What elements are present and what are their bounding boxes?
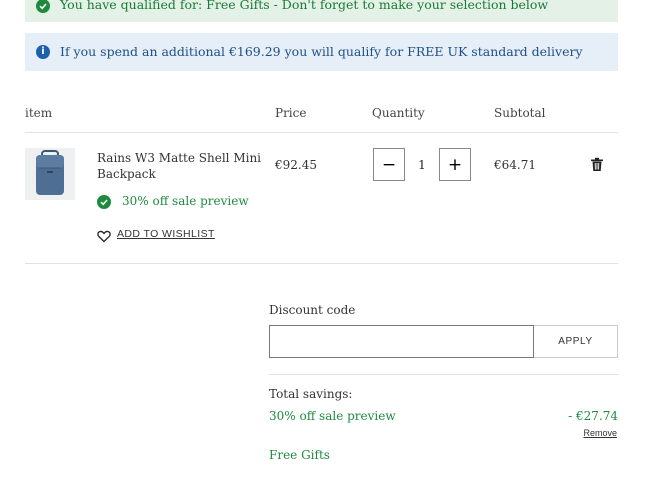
info-icon: i bbox=[36, 45, 50, 59]
savings-amount: - €27.74 bbox=[568, 409, 618, 423]
check-circle-icon bbox=[97, 195, 111, 209]
item-divider bbox=[25, 263, 618, 264]
minus-icon: − bbox=[381, 155, 397, 175]
savings-divider bbox=[269, 374, 618, 375]
delivery-threshold-banner: i If you spend an additional €169.29 you… bbox=[25, 33, 618, 71]
discount-code-label: Discount code bbox=[269, 303, 356, 317]
plus-icon: + bbox=[447, 155, 463, 175]
product-image[interactable] bbox=[25, 148, 75, 200]
remove-item-button[interactable] bbox=[590, 157, 604, 176]
column-header-quantity: Quantity bbox=[372, 106, 425, 120]
total-savings-label: Total savings: bbox=[269, 387, 353, 401]
gifts-qualified-banner: You have qualified for: Free Gifts - Don… bbox=[25, 0, 618, 22]
column-header-subtotal: Subtotal bbox=[494, 106, 546, 120]
apply-discount-button[interactable]: APPLY bbox=[534, 325, 618, 358]
item-price: €92.45 bbox=[275, 158, 317, 172]
heart-icon bbox=[97, 228, 111, 247]
add-to-wishlist-label: ADD TO WISHLIST bbox=[117, 228, 215, 240]
gifts-banner-text: You have qualified for: Free Gifts - Don… bbox=[60, 0, 549, 12]
check-circle-icon bbox=[36, 0, 50, 13]
discount-code-input[interactable] bbox=[269, 325, 534, 358]
delivery-banner-text: If you spend an additional €169.29 you w… bbox=[60, 44, 583, 59]
product-name[interactable]: Rains W3 Matte Shell Mini Backpack bbox=[97, 150, 267, 182]
column-header-price: Price bbox=[275, 106, 307, 120]
header-divider bbox=[25, 132, 618, 133]
decrease-quantity-button[interactable]: − bbox=[373, 148, 405, 181]
savings-promo-name: 30% off sale preview bbox=[269, 409, 396, 423]
remove-promo-link[interactable]: Remove bbox=[583, 428, 617, 438]
increase-quantity-button[interactable]: + bbox=[439, 148, 471, 181]
trash-icon bbox=[591, 157, 603, 171]
column-header-item: item bbox=[25, 106, 53, 120]
free-gifts-label: Free Gifts bbox=[269, 448, 330, 462]
quantity-value: 1 bbox=[418, 158, 426, 172]
item-promo-text: 30% off sale preview bbox=[122, 194, 249, 208]
item-subtotal: €64.71 bbox=[494, 158, 536, 172]
